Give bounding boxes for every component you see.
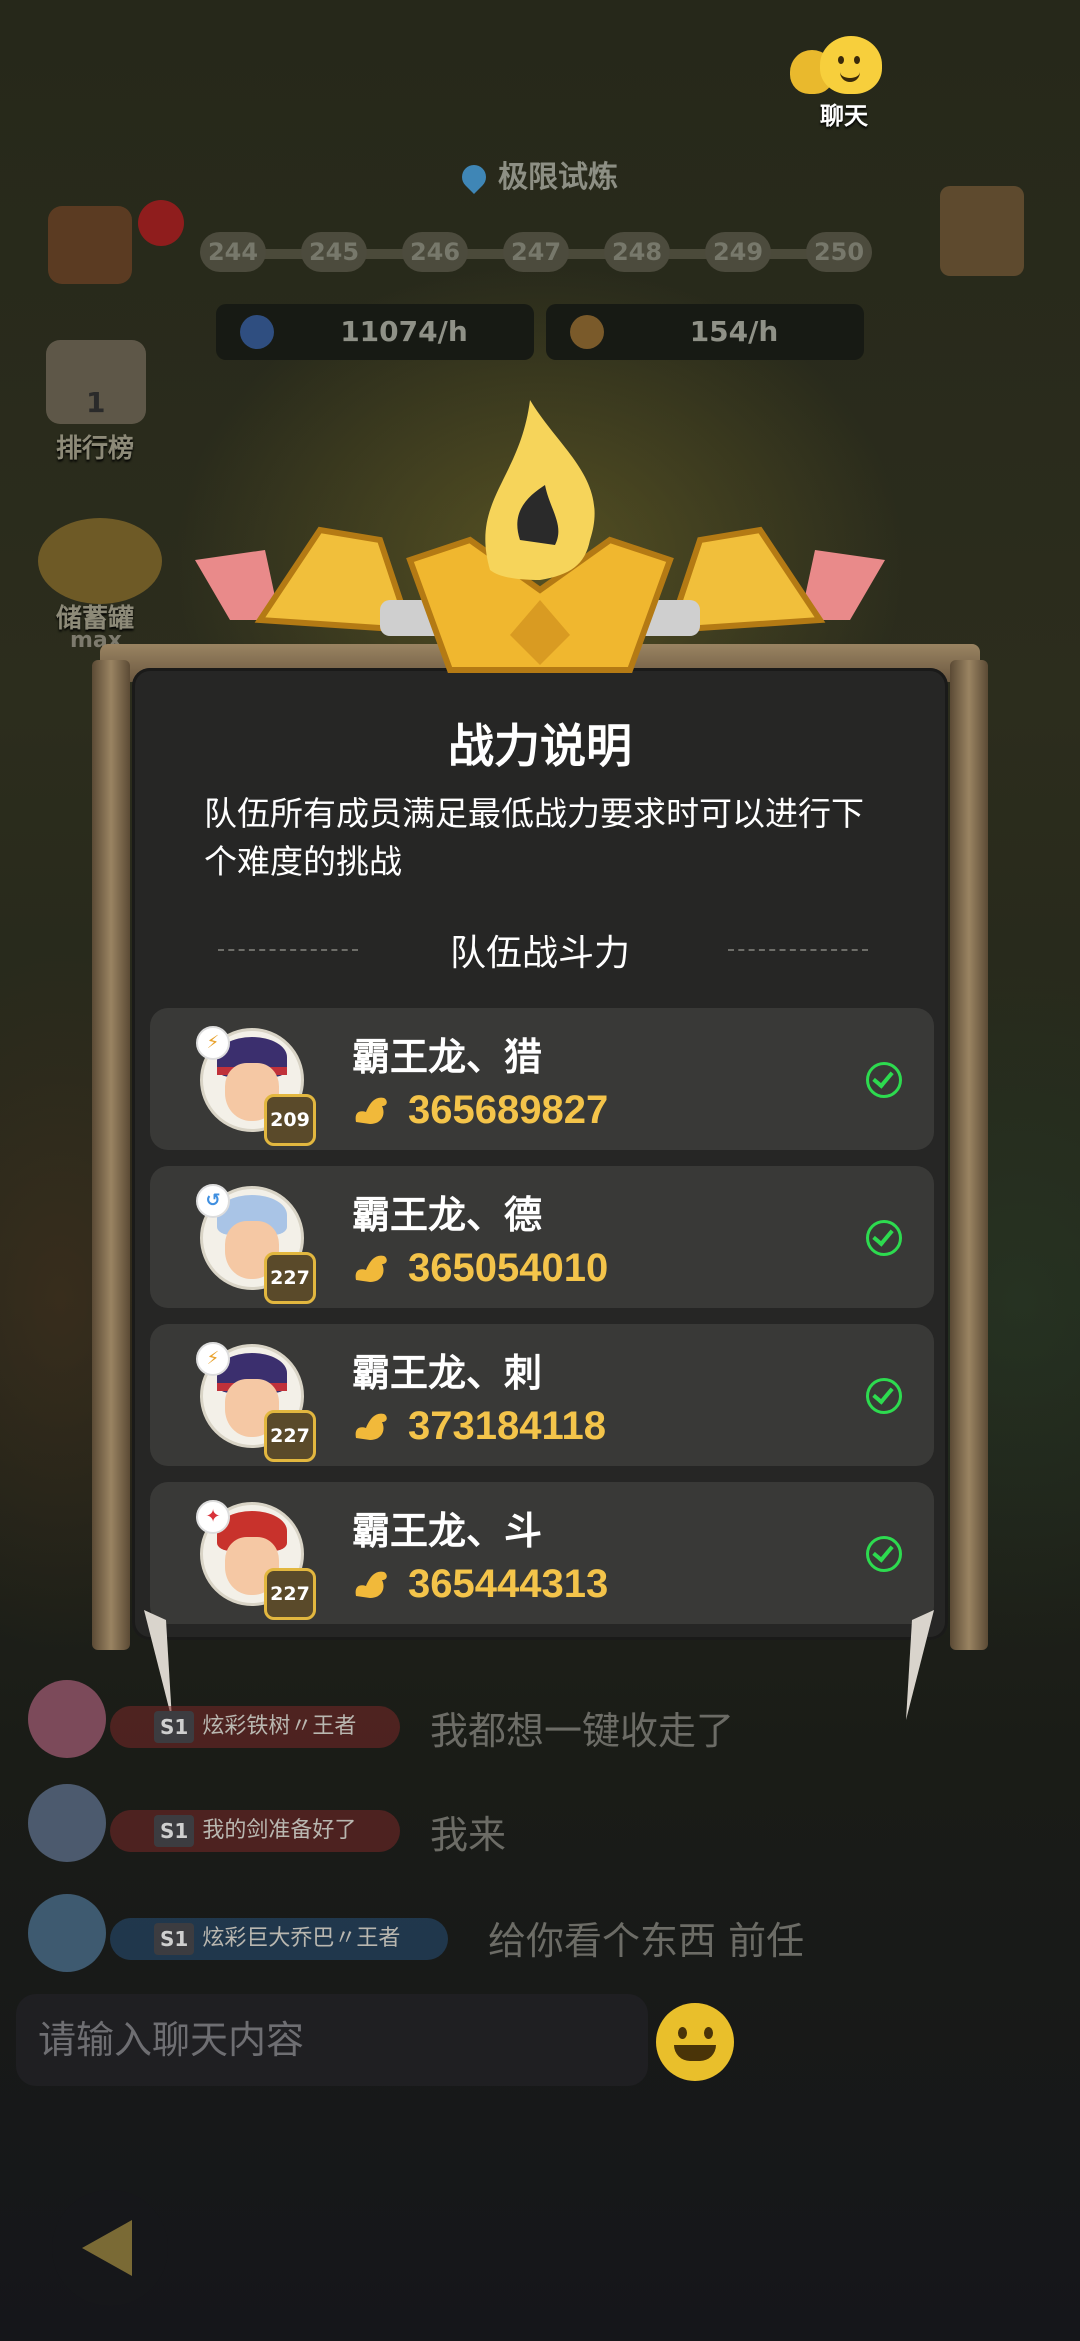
sender-avatar[interactable] <box>28 1784 106 1862</box>
moon-rate-stat: 11074/h <box>216 304 534 360</box>
coin-rate-value: 154/h <box>689 315 779 348</box>
stage-progress-level: 245 <box>301 232 367 272</box>
divider-right <box>728 949 868 951</box>
hero-level-badge: 227 <box>264 1252 316 1304</box>
hero-level-badge: 209 <box>264 1094 316 1146</box>
team-power-heading: 队伍战斗力 <box>449 933 630 974</box>
stage-progress-level: 246 <box>402 232 468 272</box>
scroll-right-rod <box>950 660 988 1650</box>
hero-power: 373184118 <box>408 1404 607 1448</box>
hero-level-badge: 227 <box>264 1568 316 1620</box>
muscle-arm-icon <box>355 1255 387 1282</box>
server-tag: S1 <box>154 1711 195 1743</box>
stage-progress-level: 250 <box>806 232 872 272</box>
notice-board-icon[interactable] <box>940 186 1024 276</box>
modal-title: 战力说明 <box>448 719 632 773</box>
server-tag: S1 <box>154 1923 195 1955</box>
team-member-row: ⚡ 227 霸王龙、刺 373184118 <box>150 1324 934 1466</box>
server-tag: S1 <box>154 1815 195 1847</box>
check-icon <box>866 1536 902 1572</box>
check-icon <box>866 1378 902 1414</box>
savings-jar-icon[interactable] <box>38 518 162 604</box>
element-badge-icon: ✦ <box>196 1500 230 1534</box>
moon-rate-value: 11074/h <box>340 315 468 348</box>
chat-sender-name: 我的剑准备好了 <box>202 1818 357 1843</box>
hero-name: 霸王龙、猎 <box>352 1035 543 1079</box>
smiley-bubble-icon <box>820 36 882 94</box>
sender-avatar[interactable] <box>28 1894 106 1972</box>
chat-input[interactable]: 请输入聊天内容 <box>16 1994 648 2086</box>
muscle-arm-icon <box>355 1571 387 1598</box>
chat-button-label: 聊天 <box>820 102 868 130</box>
team-member-row: ↺ 227 霸王龙、德 365054010 <box>150 1166 934 1308</box>
element-badge-icon: ↺ <box>196 1184 230 1218</box>
chat-message-text: 我来 <box>430 1813 507 1857</box>
back-arrow-icon[interactable] <box>52 2190 168 2306</box>
sender-avatar[interactable] <box>28 1680 106 1758</box>
hero-power: 365689827 <box>408 1088 609 1132</box>
check-icon <box>866 1220 902 1256</box>
fang-ornament-left <box>144 1610 172 1720</box>
chat-sender-pill: S1 我的剑准备好了 <box>110 1810 400 1852</box>
stage-progress-level: 247 <box>503 232 569 272</box>
rank-label: 排行榜 <box>56 434 135 464</box>
element-badge-icon: ⚡ <box>196 1026 230 1060</box>
hero-name: 霸王龙、斗 <box>352 1509 543 1553</box>
muscle-arm-icon <box>355 1413 387 1440</box>
coin-icon <box>570 315 604 349</box>
stage-progress-level: 248 <box>604 232 670 272</box>
emoji-button-icon[interactable] <box>656 2003 734 2081</box>
treasure-chest-icon[interactable] <box>48 206 132 284</box>
modal-description: 队伍所有成员满足最低战力要求时可以进行下个难度的挑战 <box>204 794 864 881</box>
bell-icon <box>138 200 184 246</box>
element-badge-icon: ⚡ <box>196 1342 230 1376</box>
fang-ornament-right <box>906 1610 934 1720</box>
moon-icon <box>240 315 274 349</box>
stage-progress-level: 249 <box>705 232 771 272</box>
chat-sender-pill: S1 炫彩铁树〃王者 <box>110 1706 400 1748</box>
check-icon <box>866 1062 902 1098</box>
hero-power: 365444313 <box>408 1562 609 1606</box>
hero-name: 霸王龙、刺 <box>352 1351 543 1395</box>
chat-message-text: 我都想一键收走了 <box>430 1709 735 1753</box>
chat-button[interactable]: 聊天 <box>790 30 900 130</box>
stage-progress-level: 244 <box>200 232 266 272</box>
team-member-row: ✦ 227 霸王龙、斗 365444313 <box>150 1482 934 1624</box>
hero-power: 365054010 <box>408 1246 609 1290</box>
chat-sender-name: 炫彩铁树〃王者 <box>202 1714 357 1739</box>
muscle-arm-icon <box>355 1097 387 1124</box>
team-member-row: ⚡ 209 霸王龙、猎 365689827 <box>150 1008 934 1150</box>
hero-name: 霸王龙、德 <box>352 1193 543 1237</box>
hero-level-badge: 227 <box>264 1410 316 1462</box>
stage-title: 极限试炼 <box>0 152 1080 196</box>
scroll-left-rod <box>92 660 130 1650</box>
chat-sender-pill: S1 炫彩巨大乔巴〃王者 <box>110 1918 448 1960</box>
flame-crown-emblem <box>195 400 885 673</box>
chat-message-text: 给你看个东西 前任 <box>488 1919 805 1963</box>
chat-sender-name: 炫彩巨大乔巴〃王者 <box>202 1926 401 1951</box>
coin-rate-stat: 154/h <box>546 304 864 360</box>
stage-title-text: 极限试炼 <box>498 160 618 195</box>
location-pin-icon <box>457 160 491 194</box>
rank-number: 1 <box>86 386 106 419</box>
